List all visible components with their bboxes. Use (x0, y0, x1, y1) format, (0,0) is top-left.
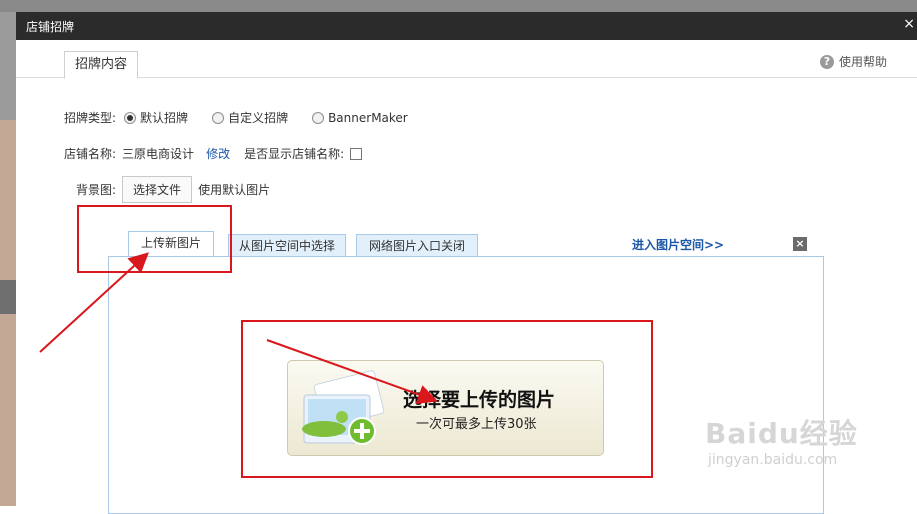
option-custom-label[interactable]: 自定义招牌 (228, 109, 288, 126)
background-label: 背景图: (76, 183, 117, 197)
enter-image-space-link[interactable]: 进入图片空间>> (632, 236, 724, 253)
radio-custom-sign[interactable] (212, 111, 225, 124)
show-name-label: 是否显示店铺名称: (244, 147, 345, 161)
edit-link[interactable]: 修改 (206, 145, 230, 162)
option-default-label[interactable]: 默认招牌 (140, 109, 188, 126)
baidu-watermark: Baidu经验 jingyan.baidu.com (700, 402, 870, 488)
tab-network-image[interactable]: 网络图片入口关闭 (356, 234, 478, 257)
default-image-label: 使用默认图片 (198, 183, 271, 197)
dialog-tabbar: 招牌内容 ? 使用帮助 (16, 41, 917, 79)
shop-name-value: 三原电商设计 (122, 147, 195, 161)
page-backdrop-left (0, 12, 16, 506)
radio-default-sign[interactable] (124, 111, 137, 124)
annotation-box-tab (77, 205, 232, 273)
show-name-checkbox[interactable] (350, 147, 363, 160)
watermark-url: jingyan.baidu.com (708, 452, 838, 468)
sign-type-row: 招牌类型: 默认招牌 自定义招牌 BannerMaker (64, 109, 408, 126)
help-link[interactable]: ? 使用帮助 (819, 53, 887, 70)
option-bannermaker-label[interactable]: BannerMaker (328, 111, 408, 125)
dialog-title: 店铺招牌 (26, 20, 75, 34)
page-backdrop-top (0, 0, 917, 12)
shop-name-row: 店铺名称: 三原电商设计 修改 是否显示店铺名称: (64, 145, 363, 162)
help-icon: ? (819, 54, 834, 69)
annotation-box-button (241, 320, 653, 478)
radio-bannermaker[interactable] (312, 111, 325, 124)
dialog-titlebar: 店铺招牌 × (16, 12, 917, 40)
shop-name-label: 店铺名称: (64, 147, 117, 161)
watermark-brand: Baidu经验 (705, 417, 858, 450)
tab-sign-content[interactable]: 招牌内容 (64, 51, 139, 79)
sign-type-label: 招牌类型: (64, 111, 117, 125)
help-label: 使用帮助 (838, 55, 887, 69)
close-upload-icon[interactable]: × (793, 237, 807, 251)
background-row: 背景图: 选择文件 使用默认图片 (76, 176, 270, 203)
choose-file-button[interactable]: 选择文件 (122, 176, 193, 203)
tab-from-image-space[interactable]: 从图片空间中选择 (228, 234, 346, 257)
close-icon[interactable]: × (903, 16, 915, 32)
